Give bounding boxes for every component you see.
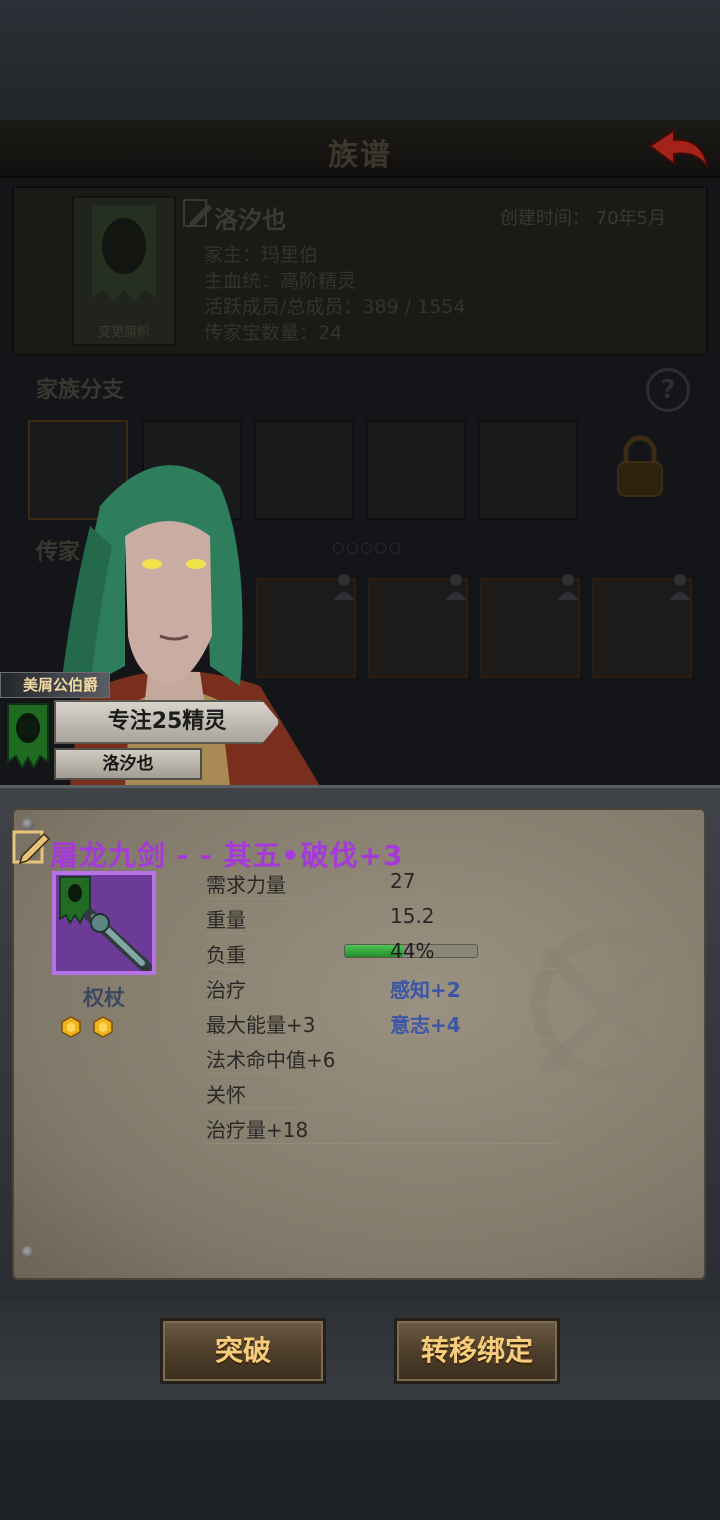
stat-row-care: 关怀 xyxy=(204,1074,558,1109)
branch-title: 家族分支 xyxy=(36,378,125,403)
stat-label: 治疗 xyxy=(206,978,246,1002)
family-treasures: 传家宝数量：24 xyxy=(204,322,343,344)
branch-slot[interactable] xyxy=(366,420,466,520)
stat-value: 感知+2 xyxy=(390,978,461,1002)
person-icon xyxy=(334,574,354,600)
page-title: 族谱 xyxy=(328,138,392,173)
stat-row-strength: 需求力量 27 xyxy=(204,864,558,899)
stat-row-max-energy: 最大能量+3 意志+4 xyxy=(204,1004,558,1039)
gem-icon xyxy=(93,1016,113,1038)
stat-label: 负重 xyxy=(206,943,246,967)
stat-row-spell-hit: 法术命中值+6 xyxy=(204,1039,558,1074)
item-icon[interactable] xyxy=(52,871,156,975)
stat-row-load: 负重 44% xyxy=(204,934,558,969)
edit-name-icon[interactable] xyxy=(182,198,214,230)
family-members: 活跃成员/总成员：389 / 1554 xyxy=(204,296,466,318)
focus-plate: 专注25精灵 xyxy=(54,700,280,744)
family-head: 家主：玛里伯 xyxy=(204,244,319,266)
character-name-plate: 洛汐也 xyxy=(54,748,202,780)
edit-item-icon[interactable] xyxy=(12,826,52,866)
item-type-label: 权杖 xyxy=(83,986,125,1010)
person-icon xyxy=(446,574,466,600)
stat-row-heal-amount: 治疗量+18 xyxy=(204,1109,558,1144)
stat-label: 最大能量+3 xyxy=(206,1013,316,1037)
header-bar: 族谱 xyxy=(0,120,720,178)
stat-value: 15.2 xyxy=(390,904,435,928)
stat-label: 法术命中值+6 xyxy=(206,1048,336,1072)
family-crest[interactable]: 变更旗帜 xyxy=(72,196,176,346)
lock-icon[interactable] xyxy=(612,432,668,502)
top-background xyxy=(0,0,720,120)
family-bloodline: 主血统：高阶精灵 xyxy=(204,270,357,292)
back-arrow-icon[interactable] xyxy=(646,124,712,174)
button-strip xyxy=(0,1300,720,1400)
stat-row-heal: 治疗 感知+2 xyxy=(204,969,558,1004)
stat-label: 需求力量 xyxy=(206,873,286,897)
crest-banner-icon xyxy=(92,206,156,302)
stat-label: 治疗量+18 xyxy=(206,1118,309,1142)
family-banner-icon xyxy=(7,703,49,771)
stat-label: 关怀 xyxy=(206,1083,246,1107)
help-icon[interactable]: ? xyxy=(646,368,690,412)
family-info-panel: 变更旗帜 洛汐也 创建时间： 70年5月 家主：玛里伯 主血统：高阶精灵 活跃成… xyxy=(12,186,708,356)
transfer-binding-button[interactable]: 转移绑定 xyxy=(394,1318,560,1384)
stat-value: 27 xyxy=(390,869,416,893)
crest-caption: 变更旗帜 xyxy=(97,325,150,340)
stat-label: 重量 xyxy=(206,908,246,932)
family-name: 洛汐也 xyxy=(214,206,286,234)
person-icon xyxy=(670,574,690,600)
family-created: 创建时间： 70年5月 xyxy=(499,208,666,229)
rank-title-tag: 美屑公伯爵 xyxy=(0,672,110,698)
stat-row-weight: 重量 15.2 xyxy=(204,899,558,934)
branch-slot[interactable] xyxy=(478,420,578,520)
load-percent: 44% xyxy=(390,939,435,963)
scepter-icon xyxy=(59,876,152,973)
bottom-background xyxy=(0,1400,720,1520)
stat-value: 意志+4 xyxy=(390,1013,461,1037)
person-icon xyxy=(558,574,578,600)
rivet xyxy=(22,1246,34,1258)
page-dots: ○○○○○ xyxy=(332,540,404,556)
gem-icon xyxy=(61,1016,81,1038)
breakthrough-button[interactable]: 突破 xyxy=(160,1318,326,1384)
